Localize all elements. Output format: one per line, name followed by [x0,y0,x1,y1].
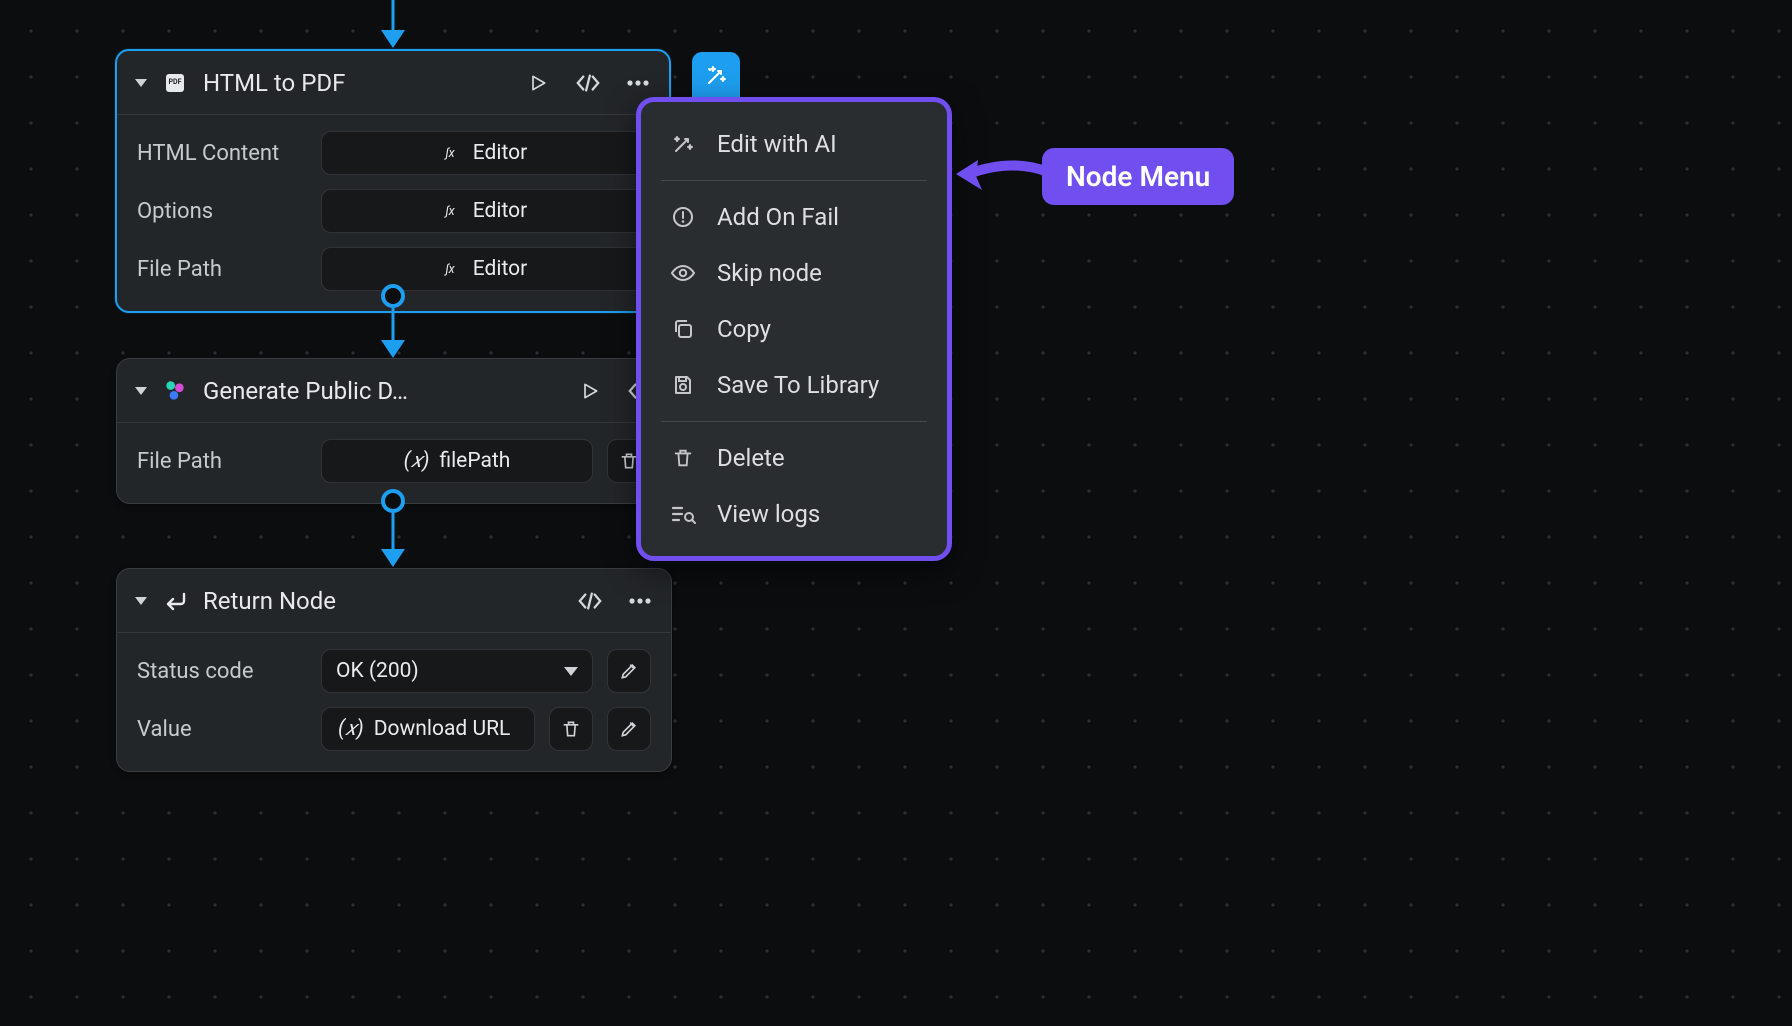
param-label: Value [137,717,307,742]
trash-icon [669,444,697,472]
menu-item-skip-node[interactable]: Skip node [641,245,947,301]
code-view-button[interactable] [577,588,603,614]
node-header-actions [525,70,651,96]
eye-icon [669,259,697,287]
param-status-code: Status code OK (200) [137,649,651,693]
node-more-button[interactable] [627,588,653,614]
param-file-path: File Path (𝑥) filePath [137,439,651,483]
output-port[interactable] [381,489,405,513]
arrowhead-down-icon [381,30,405,48]
menu-item-add-on-fail[interactable]: Add On Fail [641,189,947,245]
output-port[interactable] [381,284,405,308]
run-node-button[interactable] [525,70,551,96]
menu-item-view-logs[interactable]: View logs [641,486,947,542]
param-html-content: HTML Content ∫x Editor [137,131,649,175]
arrowhead-down-icon [381,549,405,567]
menu-item-save-to-library[interactable]: Save To Library [641,357,947,413]
param-label: HTML Content [137,141,307,166]
node-context-menu: Edit with AI Add On Fail Skip node Copy [636,97,952,561]
pdf-icon: PDF [161,69,189,97]
node-generate-public-download[interactable]: Generate Public D… File Path (𝑥) filePat… [116,358,672,504]
logs-icon [669,500,697,528]
menu-item-label: View logs [717,500,820,528]
variable-icon: (𝑥) [338,717,364,741]
param-label: File Path [137,257,307,282]
arrowhead-down-icon [381,340,405,358]
menu-item-edit-with-ai[interactable]: Edit with AI [641,116,947,172]
param-return-value: Value (𝑥) Download URL [137,707,651,751]
param-options: Options ∫x Editor [137,189,649,233]
menu-separator [661,180,927,181]
node-header[interactable]: PDF HTML to PDF [117,51,669,115]
alert-circle-icon [669,203,697,231]
connector-segment [392,308,395,342]
param-label: Status code [137,659,307,684]
param-value: Editor [473,141,527,165]
svg-text:∫x: ∫x [443,146,455,161]
menu-item-label: Save To Library [717,371,879,399]
annotation-text: Node Menu [1066,160,1210,193]
menu-item-label: Delete [717,444,785,472]
connector-segment [392,0,395,32]
collapse-toggle-icon[interactable] [135,79,147,87]
param-editor-button[interactable]: ∫x Editor [321,189,649,233]
node-more-button[interactable] [625,70,651,96]
variable-icon: (𝑥) [404,449,430,473]
run-node-button[interactable] [577,378,603,404]
param-editor-button[interactable]: ∫x Editor [321,247,649,291]
annotation-arrow [952,152,1052,198]
workflow-canvas[interactable]: PDF HTML to PDF HTML Content ∫x [0,0,1792,1026]
node-header[interactable]: Return Node [117,569,671,633]
node-body: Status code OK (200) Value (𝑥) Download … [117,633,671,771]
menu-separator [661,421,927,422]
collapse-toggle-icon[interactable] [135,597,147,605]
status-code-select[interactable]: OK (200) [321,649,593,693]
annotation-label: Node Menu [1042,148,1234,205]
edit-param-button[interactable] [607,707,651,751]
edit-param-button[interactable] [607,649,651,693]
chevron-down-icon [564,667,578,676]
menu-item-label: Skip node [717,259,822,287]
node-title: Generate Public D… [203,377,563,405]
param-value: filePath [439,449,510,473]
param-variable-pill[interactable]: (𝑥) filePath [321,439,593,483]
param-value: OK (200) [336,659,419,683]
svg-text:∫x: ∫x [443,204,455,219]
clear-param-button[interactable] [549,707,593,751]
node-title: Return Node [203,587,563,615]
copy-icon [669,315,697,343]
param-label: Options [137,199,307,224]
fx-icon: ∫x [443,201,463,221]
svg-text:PDF: PDF [169,78,182,86]
menu-item-copy[interactable]: Copy [641,301,947,357]
fx-icon: ∫x [443,259,463,279]
menu-item-label: Copy [717,315,771,343]
param-value: Editor [473,199,527,223]
param-value: Download URL [374,717,511,741]
node-return[interactable]: Return Node Status code OK (200) [116,568,672,772]
return-icon [161,587,189,615]
fx-icon: ∫x [443,143,463,163]
collapse-toggle-icon[interactable] [135,387,147,395]
param-variable-pill[interactable]: (𝑥) Download URL [321,707,535,751]
connector-segment [392,513,395,551]
node-header[interactable]: Generate Public D… [117,359,671,423]
integration-icon [161,377,189,405]
code-view-button[interactable] [575,70,601,96]
node-html-to-pdf[interactable]: PDF HTML to PDF HTML Content ∫x [115,49,671,313]
menu-item-label: Add On Fail [717,203,839,231]
node-header-actions [577,588,653,614]
node-title: HTML to PDF [203,69,511,97]
menu-item-delete[interactable]: Delete [641,430,947,486]
ai-wand-tab[interactable] [692,52,740,100]
node-body: HTML Content ∫x Editor Options ∫x Editor… [117,115,669,311]
save-icon [669,371,697,399]
menu-item-label: Edit with AI [717,130,837,158]
param-editor-button[interactable]: ∫x Editor [321,131,649,175]
wand-icon [669,130,697,158]
param-label: File Path [137,449,307,474]
svg-text:∫x: ∫x [443,262,455,277]
param-value: Editor [473,257,527,281]
